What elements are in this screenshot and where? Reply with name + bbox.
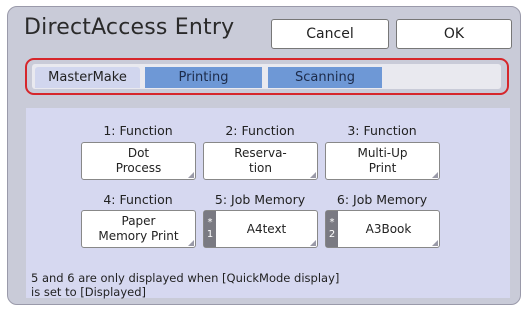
tab-scanning[interactable]: Scanning <box>268 67 382 88</box>
job-memory-6-label: 6: Job Memory <box>336 192 428 207</box>
corner-marker-icon <box>432 240 438 246</box>
job-memory-6-button-label: A3Book <box>365 221 412 236</box>
function-2-button[interactable]: Reserva- tion <box>203 142 318 180</box>
asterisk-icon: * <box>329 217 335 228</box>
job-memory-1-number: 1 <box>206 229 214 240</box>
cancel-button[interactable]: Cancel <box>271 19 389 49</box>
function-4-label: 4: Function <box>103 192 173 207</box>
direct-access-screen: DirectAccess Entry Cancel OK MasterMake … <box>7 6 521 305</box>
corner-marker-icon <box>310 240 316 246</box>
corner-marker-icon <box>188 172 194 178</box>
function-2-button-label: Reserva- tion <box>234 146 287 175</box>
corner-marker-icon <box>310 172 316 178</box>
function-3-button[interactable]: Multi-Up Print <box>325 142 440 180</box>
display-note: 5 and 6 are only displayed when [QuickMo… <box>31 271 340 299</box>
asterisk-icon: * <box>207 217 213 228</box>
ok-button[interactable]: OK <box>396 19 512 49</box>
job-memory-1-tag: * 1 <box>204 211 216 247</box>
job-memory-2-tag: * 2 <box>326 211 338 247</box>
function-2-label: 2: Function <box>225 123 295 138</box>
job-memory-6-button[interactable]: * 2 A3Book <box>325 210 440 248</box>
job-memory-5-button-label: A4text <box>246 221 287 236</box>
job-memory-5-label: 5: Job Memory <box>214 192 306 207</box>
function-3-label: 3: Function <box>347 123 417 138</box>
function-1-label: 1: Function <box>103 123 173 138</box>
corner-marker-icon <box>432 172 438 178</box>
job-memory-2-number: 2 <box>328 229 336 240</box>
function-4-button-label: Paper Memory Print <box>98 214 179 243</box>
tab-printing[interactable]: Printing <box>145 67 262 88</box>
job-memory-5-button[interactable]: * 1 A4text <box>203 210 318 248</box>
function-1-button[interactable]: Dot Process <box>81 142 196 180</box>
page-title: DirectAccess Entry <box>24 15 235 40</box>
corner-marker-icon <box>188 240 194 246</box>
function-1-button-label: Dot Process <box>115 146 162 175</box>
function-panel: 1: Function 2: Function 3: Function Dot … <box>26 108 510 299</box>
tab-bar-highlight: MasterMake Printing Scanning <box>25 58 509 95</box>
tab-mastermake[interactable]: MasterMake <box>35 67 140 88</box>
tab-strip: MasterMake Printing Scanning <box>32 64 501 89</box>
function-3-button-label: Multi-Up Print <box>357 146 408 175</box>
function-4-button[interactable]: Paper Memory Print <box>81 210 196 248</box>
